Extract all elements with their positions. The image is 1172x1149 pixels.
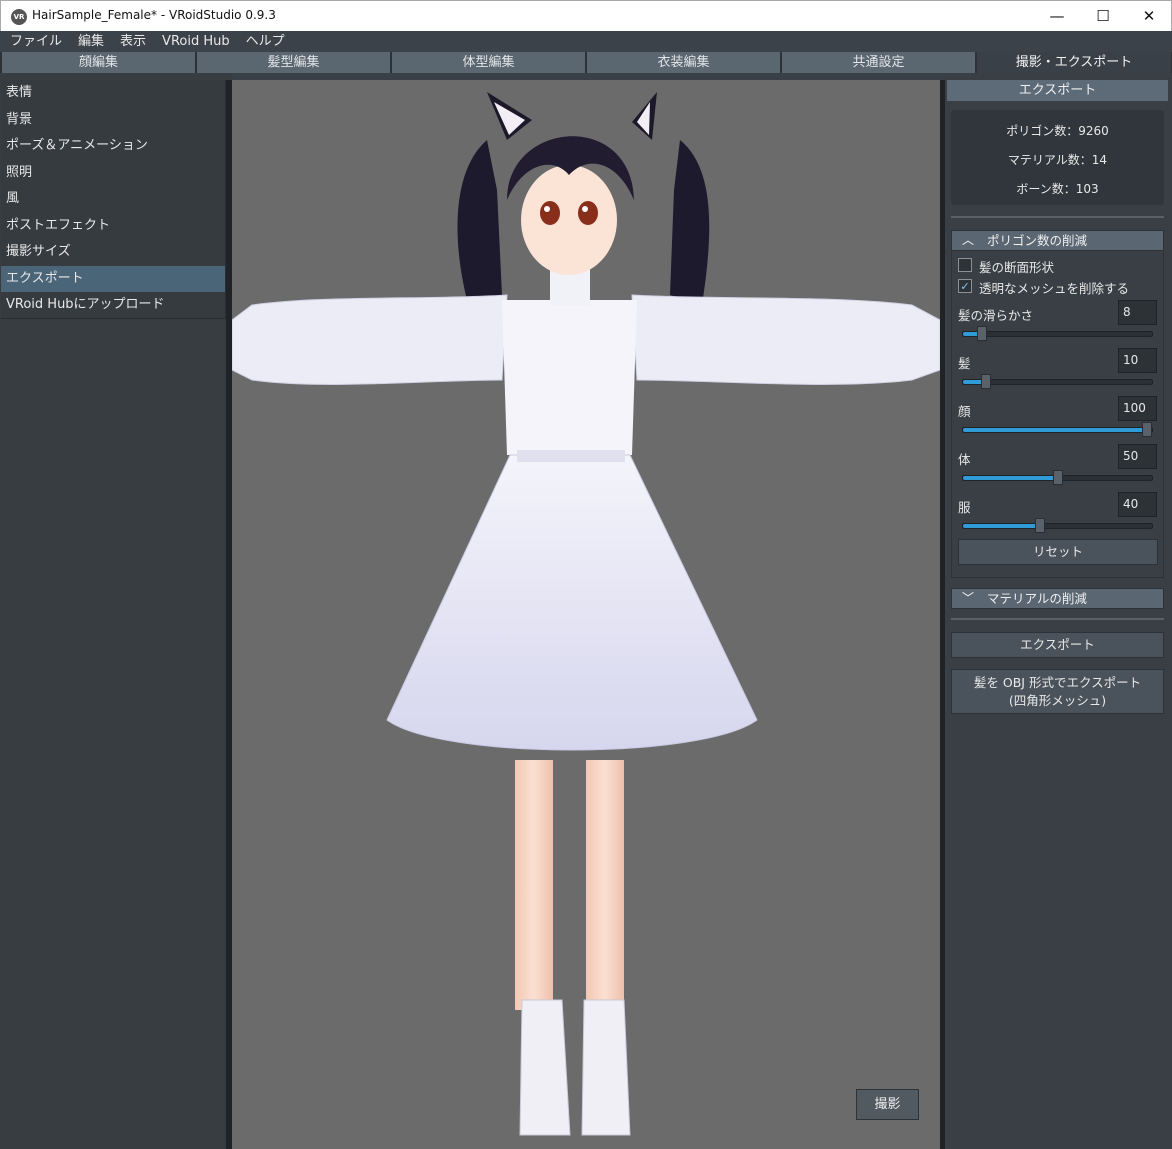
clothes-value[interactable]: 40 xyxy=(1118,492,1157,517)
export-button[interactable]: エクスポート xyxy=(951,632,1164,658)
slider-thumb[interactable] xyxy=(981,374,991,389)
tab-photo-export[interactable]: 撮影・エクスポート xyxy=(977,52,1172,73)
sidebar-item-post-effect[interactable]: ポストエフェクト xyxy=(1,213,225,240)
clothes-label: 服 xyxy=(958,500,971,515)
hair-smoothness-slider[interactable] xyxy=(962,326,1153,341)
slider-fill xyxy=(963,428,1146,432)
title-bar: VR HairSample_Female* - VRoidStudio 0.9.… xyxy=(0,0,1172,31)
polygon-count: ポリゴン数：9260 xyxy=(1006,124,1109,138)
menu-bar: ファイル 編集 表示 VRoid Hub ヘルプ xyxy=(0,31,1172,52)
slider-thumb[interactable] xyxy=(1053,470,1063,485)
checkbox-unchecked-icon[interactable] xyxy=(958,258,972,272)
hair-smoothness-label: 髪の滑らかさ xyxy=(958,308,1034,323)
tab-body[interactable]: 体型編集 xyxy=(392,52,586,73)
menu-help[interactable]: ヘルプ xyxy=(246,31,285,52)
app-icon: VR xyxy=(11,9,27,25)
sidebar-item-expression[interactable]: 表情 xyxy=(1,80,225,107)
chevron-down-icon: ﹀ xyxy=(962,591,975,605)
divider xyxy=(951,216,1164,218)
material-reduction-title: マテリアルの削減 xyxy=(987,591,1087,606)
face-value[interactable]: 100 xyxy=(1118,396,1157,421)
hair-value[interactable]: 10 xyxy=(1118,348,1157,373)
sidebar-item-lighting[interactable]: 照明 xyxy=(1,160,225,187)
slider-fill xyxy=(963,524,1039,528)
slider-thumb[interactable] xyxy=(1035,518,1045,533)
chevron-up-icon: ︿ xyxy=(962,233,975,247)
slider-thumb[interactable] xyxy=(1142,422,1152,437)
shoot-button[interactable]: 撮影 xyxy=(856,1089,919,1120)
export-panel: エクスポート ポリゴン数：9260 マテリアル数：14 ボーン数：103 ︿ ポ… xyxy=(945,73,1172,1149)
tab-hair[interactable]: 髪型編集 xyxy=(197,52,391,73)
remove-transparent-mesh-label: 透明なメッシュを削除する xyxy=(979,281,1130,296)
sidebar-item-capture-size[interactable]: 撮影サイズ xyxy=(1,239,225,266)
hair-smoothness-value[interactable]: 8 xyxy=(1118,300,1157,325)
clothes-slider[interactable] xyxy=(962,518,1153,533)
sidebar-item-wind[interactable]: 風 xyxy=(1,186,225,213)
3d-viewport[interactable]: 撮影 xyxy=(232,80,940,1149)
window-title: HairSample_Female* - VRoidStudio 0.9.3 xyxy=(32,8,276,22)
body-label: 体 xyxy=(958,452,971,467)
polygon-reduction-body: 髪の断面形状 ✓ 透明なメッシュを削除する 髪の滑らかさ 8 髪 10 顔 10… xyxy=(951,252,1164,578)
slider-fill xyxy=(963,476,1057,480)
sidebar-item-upload-vroid-hub[interactable]: VRoid Hubにアップロード xyxy=(1,292,225,319)
sidebar-list: 表情 背景 ポーズ＆アニメーション 照明 風 ポストエフェクト 撮影サイズ エク… xyxy=(1,80,226,319)
reset-button[interactable]: リセット xyxy=(958,539,1158,565)
minimize-button[interactable]: — xyxy=(1034,1,1080,31)
sidebar-item-pose-animation[interactable]: ポーズ＆アニメーション xyxy=(1,133,225,160)
body-slider[interactable] xyxy=(962,470,1153,485)
sidebar-item-background[interactable]: 背景 xyxy=(1,107,225,134)
left-sidebar: 表情 背景 ポーズ＆アニメーション 照明 風 ポストエフェクト 撮影サイズ エク… xyxy=(0,73,232,1149)
maximize-button[interactable]: ☐ xyxy=(1080,1,1126,31)
model-stats: ポリゴン数：9260 マテリアル数：14 ボーン数：103 xyxy=(951,110,1164,205)
tab-common-settings[interactable]: 共通設定 xyxy=(782,52,976,73)
hair-label: 髪 xyxy=(958,356,971,371)
material-reduction-header[interactable]: ﹀ マテリアルの削減 xyxy=(951,588,1164,609)
menu-file[interactable]: ファイル xyxy=(10,31,62,52)
body-value[interactable]: 50 xyxy=(1118,444,1157,469)
menu-edit[interactable]: 編集 xyxy=(78,31,104,52)
character-model xyxy=(232,92,940,1136)
close-button[interactable]: ✕ xyxy=(1126,1,1172,31)
export-panel-header: エクスポート xyxy=(947,80,1168,101)
sidebar-item-export[interactable]: エクスポート xyxy=(1,265,225,292)
checkmark-icon[interactable]: ✓ xyxy=(958,279,972,293)
slider-thumb[interactable] xyxy=(977,326,987,341)
divider xyxy=(951,618,1164,620)
material-count: マテリアル数：14 xyxy=(1007,153,1108,167)
face-label: 顔 xyxy=(958,404,971,419)
menu-view[interactable]: 表示 xyxy=(120,31,146,52)
mode-tabs: 顔編集 髪型編集 体型編集 衣装編集 共通設定 撮影・エクスポート xyxy=(0,52,1172,73)
tab-face[interactable]: 顔編集 xyxy=(2,52,196,73)
menu-vroid-hub[interactable]: VRoid Hub xyxy=(162,31,230,52)
export-hair-obj-label-line2: (四角形メッシュ) xyxy=(1008,693,1107,708)
export-hair-obj-button[interactable]: 髪を OBJ 形式でエクスポート (四角形メッシュ) xyxy=(951,669,1164,714)
tab-outfit[interactable]: 衣装編集 xyxy=(587,52,781,73)
hair-slider[interactable] xyxy=(962,374,1153,389)
polygon-reduction-title: ポリゴン数の削減 xyxy=(987,233,1088,248)
hair-cross-section-label: 髪の断面形状 xyxy=(979,260,1055,275)
export-hair-obj-label-line1: 髪を OBJ 形式でエクスポート xyxy=(973,675,1142,690)
polygon-reduction-header[interactable]: ︿ ポリゴン数の削減 xyxy=(951,230,1164,251)
face-slider[interactable] xyxy=(962,422,1153,437)
bone-count: ボーン数：103 xyxy=(1016,182,1099,196)
